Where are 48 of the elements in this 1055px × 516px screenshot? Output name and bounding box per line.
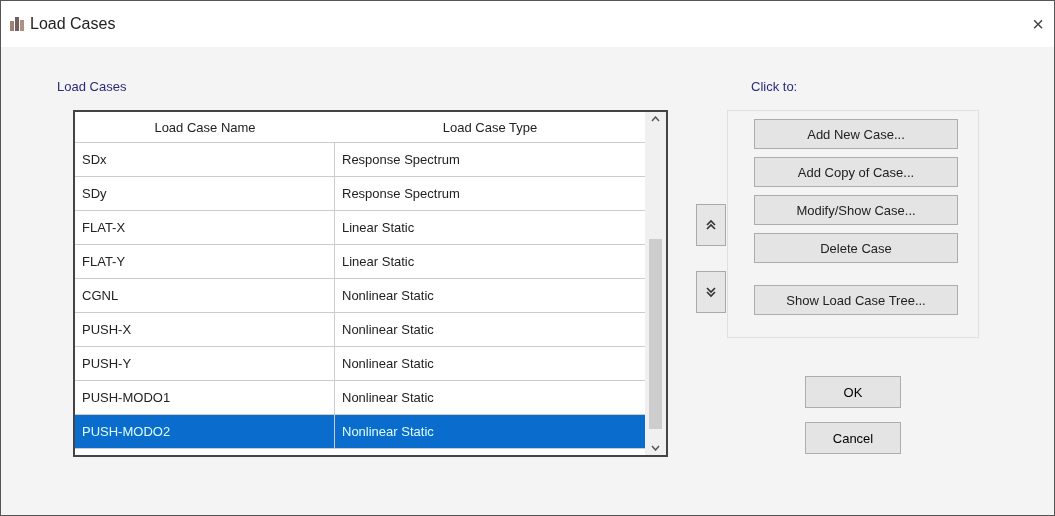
table-cell-text: Nonlinear Static	[341, 389, 435, 407]
table-cell-text: Linear Static	[341, 219, 416, 237]
scroll-down-icon[interactable]	[651, 445, 661, 451]
table-cell-text: Nonlinear Static	[341, 287, 435, 305]
table-row[interactable]: PUSH-X Nonlinear Static	[75, 313, 646, 347]
dialog-button[interactable]: Cancel	[805, 422, 901, 454]
table-cell-text: Nonlinear Static	[341, 355, 435, 373]
table-row[interactable]: PUSH-Y Nonlinear Static	[75, 347, 646, 381]
table-cell: PUSH-MODO1	[75, 381, 335, 414]
table-cell-text: Nonlinear Static	[341, 321, 435, 339]
action-button[interactable]: Modify/Show Case...	[754, 195, 958, 225]
table-row[interactable]: FLAT-Y Linear Static	[75, 245, 646, 279]
table-cell-text: Nonlinear Static	[341, 423, 435, 441]
column-header[interactable]: Load Case Type	[335, 112, 646, 142]
group-label: Load Cases	[57, 79, 127, 94]
scroll-up-icon[interactable]	[651, 116, 661, 122]
table-row[interactable]: CGNL Nonlinear Static	[75, 279, 646, 313]
move-up-button[interactable]	[696, 204, 726, 246]
table-cell: PUSH-MODO2	[75, 415, 335, 448]
table-cell-text: Linear Static	[341, 253, 416, 271]
tree-button[interactable]: Show Load Case Tree...	[754, 285, 958, 315]
table-cell: FLAT-Y	[75, 245, 335, 278]
window-title: Load Cases	[30, 15, 117, 33]
action-button[interactable]: Add New Case...	[754, 119, 958, 149]
action-button[interactable]: Delete Case	[754, 233, 958, 263]
table-cell: PUSH-Y	[75, 347, 335, 380]
table-cell: CGNL	[75, 279, 335, 312]
table-row[interactable]: SDy Response Spectrum	[75, 177, 646, 211]
action-button[interactable]: Add Copy of Case...	[754, 157, 958, 187]
table-cell: FLAT-X	[75, 211, 335, 244]
app-icon	[9, 16, 25, 32]
double-chevron-down-icon	[706, 286, 716, 298]
move-down-button[interactable]	[696, 271, 726, 313]
column-header[interactable]: Load Case Name	[75, 112, 335, 142]
close-button[interactable]: ×	[1030, 12, 1046, 36]
table-row[interactable]: PUSH-MODO2 Nonlinear Static	[75, 415, 646, 449]
scrollbar[interactable]	[645, 112, 666, 455]
dialog-button[interactable]: OK	[805, 376, 901, 408]
table-row[interactable]: SDx Response Spectrum	[75, 143, 646, 177]
table-cell-text: Response Spectrum	[341, 151, 461, 169]
table-cell: SDy	[75, 177, 335, 210]
double-chevron-up-icon	[706, 219, 716, 231]
table-row[interactable]: FLAT-X Linear Static	[75, 211, 646, 245]
scroll-thumb[interactable]	[649, 238, 663, 429]
group-label: Click to:	[751, 79, 798, 94]
table-cell: SDx	[75, 143, 335, 176]
table-cell: PUSH-X	[75, 313, 335, 346]
table-cell-text: Response Spectrum	[341, 185, 461, 203]
